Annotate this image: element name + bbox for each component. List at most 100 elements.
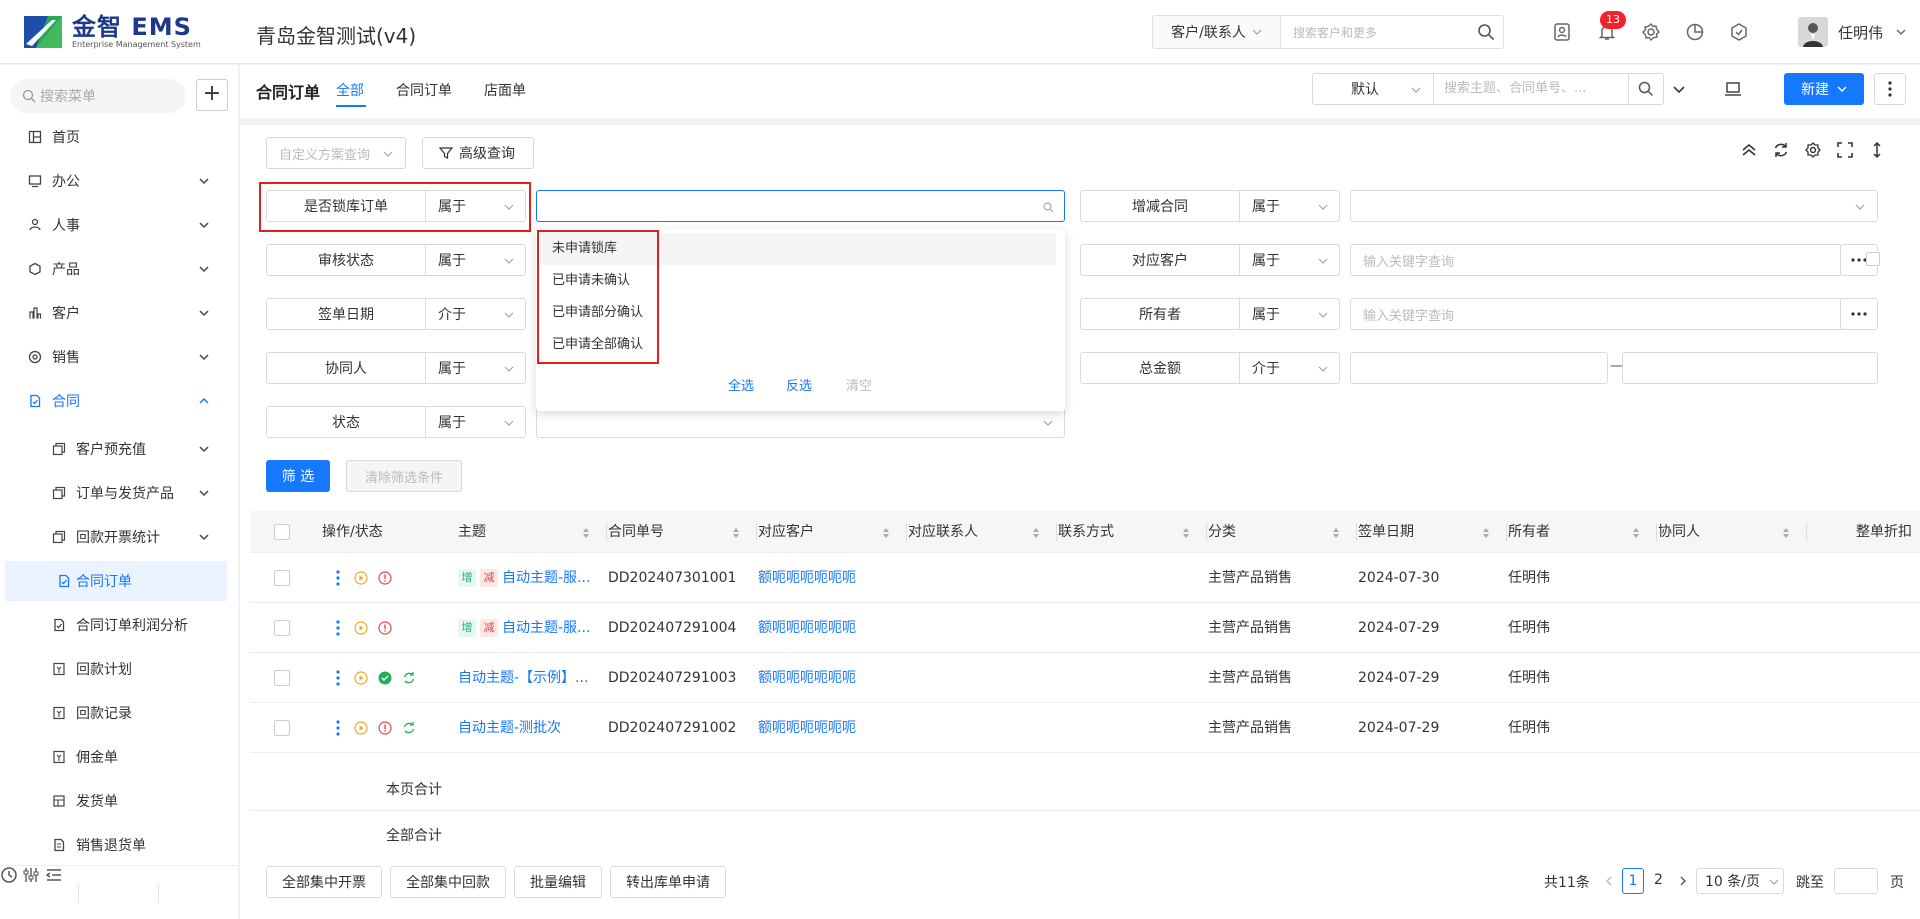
owner-picker-button[interactable]: [1840, 298, 1878, 330]
sidebar-subitem-order-shipping[interactable]: 订单与发货产品: [0, 471, 228, 515]
menu-search-input[interactable]: 搜索菜单: [10, 79, 186, 113]
filter-op-adjust-contract[interactable]: 属于: [1240, 190, 1340, 222]
new-button[interactable]: 新建: [1784, 73, 1864, 105]
sidebar-item-office[interactable]: 办公: [0, 159, 228, 203]
gear-icon[interactable]: [1641, 22, 1661, 42]
select-all-checkbox[interactable]: [274, 524, 290, 540]
search-scope-select[interactable]: 客户/联系人: [1153, 16, 1281, 48]
column-header-customer[interactable]: 对应客户: [758, 511, 908, 553]
filter-value-customer[interactable]: 输入关键字查询: [1350, 244, 1842, 276]
clear-filters-button[interactable]: 清除筛选条件: [346, 460, 462, 492]
sidebar-item-contract[interactable]: 合同: [0, 379, 228, 423]
row-customer[interactable]: 额呃呃呃呃呃呃: [758, 653, 856, 703]
row-customer[interactable]: 额呃呃呃呃呃呃: [758, 703, 856, 753]
page-size-select[interactable]: 10 条/页: [1696, 868, 1784, 894]
sidebar-item-hr[interactable]: 人事: [0, 203, 228, 247]
table-row[interactable]: 增减自动主题-服... DD202407291004 额呃呃呃呃呃呃 主营产品销…: [250, 603, 1920, 653]
row-customer[interactable]: 额呃呃呃呃呃呃: [758, 553, 856, 603]
list-search-input[interactable]: 搜索主题、合同单号、...: [1433, 73, 1629, 105]
contacts-icon[interactable]: [1552, 22, 1572, 42]
page-2[interactable]: 2: [1654, 872, 1663, 888]
filter-value-adjust-contract[interactable]: [1350, 190, 1878, 222]
table-row[interactable]: 自动主题-测批次 DD202407291002 额呃呃呃呃呃呃 主营产品销售 2…: [250, 703, 1920, 753]
filter-value-lock-order[interactable]: [536, 190, 1065, 222]
sliders-icon[interactable]: [22, 866, 40, 884]
tab-contract-order[interactable]: 合同订单: [396, 80, 452, 100]
sidebar-item-sales[interactable]: 销售: [0, 335, 228, 379]
history-icon[interactable]: [0, 866, 18, 884]
column-header-subject[interactable]: 主题: [458, 511, 608, 553]
column-header-contract-no[interactable]: 合同单号: [608, 511, 758, 553]
view-select[interactable]: 默认: [1312, 73, 1434, 105]
add-menu-button[interactable]: +: [196, 79, 228, 111]
refresh-icon[interactable]: [1772, 141, 1790, 159]
column-header-collaborator[interactable]: 协同人: [1658, 511, 1808, 553]
row-subject[interactable]: 自动主题-测批次: [458, 703, 561, 753]
filter-op-total-amount[interactable]: 介于: [1240, 352, 1340, 384]
page-1[interactable]: 1: [1622, 868, 1644, 894]
filter-button[interactable]: 筛 选: [266, 460, 330, 492]
settings-icon[interactable]: [1804, 141, 1822, 159]
sidebar-subitem-commission[interactable]: 佣金单: [0, 735, 228, 779]
select-all-link[interactable]: 全选: [728, 375, 754, 394]
collapse-up-icon[interactable]: [1740, 141, 1758, 159]
sidebar-subitem-delivery[interactable]: 发货单: [0, 779, 228, 823]
column-header-category[interactable]: 分类: [1208, 511, 1358, 553]
more-vertical-icon[interactable]: [336, 720, 340, 736]
batch-payment-button[interactable]: 全部集中回款: [390, 866, 506, 898]
more-actions-button[interactable]: [1874, 73, 1906, 105]
row-checkbox[interactable]: [274, 720, 290, 736]
collapse-menu-icon[interactable]: [45, 866, 63, 884]
column-header-discount[interactable]: 整单折扣: [1856, 511, 1920, 553]
column-header-contact-info[interactable]: 联系方式: [1058, 511, 1208, 553]
more-vertical-icon[interactable]: [336, 570, 340, 586]
tab-store-order[interactable]: 店面单: [484, 80, 526, 100]
row-subject[interactable]: 增减自动主题-服...: [458, 603, 590, 653]
sidebar-subitem-payment-record[interactable]: 回款记录: [0, 691, 228, 735]
filter-value-owner[interactable]: 输入关键字查询: [1350, 298, 1842, 330]
row-subject[interactable]: 自动主题-【示例】...: [458, 653, 588, 703]
sidebar-subitem-profit-analysis[interactable]: 合同订单利润分析: [0, 603, 228, 647]
scheme-select[interactable]: 自定义方案查询: [266, 137, 406, 169]
table-row[interactable]: 增减自动主题-服... DD202407301001 额呃呃呃呃呃呃 主营产品销…: [250, 553, 1920, 603]
row-checkbox[interactable]: [274, 670, 290, 686]
filter-op-status[interactable]: 属于: [426, 406, 526, 438]
outbound-request-button[interactable]: 转出库单申请: [610, 866, 726, 898]
column-header-contact[interactable]: 对应联系人: [908, 511, 1058, 553]
chevron-down-icon[interactable]: [1896, 27, 1906, 37]
row-customer[interactable]: 额呃呃呃呃呃呃: [758, 603, 856, 653]
sidebar-subitem-prepay[interactable]: 客户预充值: [0, 427, 228, 471]
chevron-left-icon[interactable]: [1604, 876, 1614, 886]
row-height-icon[interactable]: [1868, 141, 1886, 159]
row-checkbox[interactable]: [274, 620, 290, 636]
user-name[interactable]: 任明伟: [1838, 22, 1883, 43]
more-vertical-icon[interactable]: [336, 620, 340, 636]
sidebar-subitem-payment-invoice[interactable]: 回款开票统计: [0, 515, 228, 559]
laptop-icon[interactable]: [1724, 80, 1742, 98]
total-amount-max-input[interactable]: [1622, 352, 1878, 384]
advanced-query-button[interactable]: 高级查询: [422, 137, 534, 169]
sidebar-item-customer[interactable]: 客户: [0, 291, 228, 335]
expand-search-icon[interactable]: [1672, 83, 1686, 97]
fullscreen-icon[interactable]: [1836, 141, 1854, 159]
chevron-right-icon[interactable]: [1678, 876, 1688, 886]
column-header-owner[interactable]: 所有者: [1508, 511, 1658, 553]
filter-op-collaborator[interactable]: 属于: [426, 352, 526, 384]
filter-op-customer[interactable]: 属于: [1240, 244, 1340, 276]
filter-op-audit-status[interactable]: 属于: [426, 244, 526, 276]
table-row[interactable]: 自动主题-【示例】... DD202407291003 额呃呃呃呃呃呃 主营产品…: [250, 653, 1920, 703]
sidebar-subitem-payment-plan[interactable]: 回款计划: [0, 647, 228, 691]
invert-selection-link[interactable]: 反选: [786, 375, 812, 394]
logo[interactable]: 金智 EMS Enterprise Management System: [22, 14, 201, 50]
sidebar-subitem-sales-return[interactable]: 销售退货单: [0, 823, 228, 867]
avatar[interactable]: [1798, 17, 1828, 47]
tab-all[interactable]: 全部: [336, 80, 364, 100]
sidebar-item-home[interactable]: 首页: [0, 115, 228, 159]
customer-checkbox[interactable]: [1866, 252, 1880, 266]
clear-selection-link[interactable]: 清空: [846, 375, 872, 394]
pie-chart-icon[interactable]: [1685, 22, 1705, 42]
batch-edit-button[interactable]: 批量编辑: [514, 866, 602, 898]
batch-invoice-button[interactable]: 全部集中开票: [266, 866, 382, 898]
jump-page-input[interactable]: [1834, 868, 1878, 894]
global-search-button[interactable]: [1469, 16, 1503, 48]
